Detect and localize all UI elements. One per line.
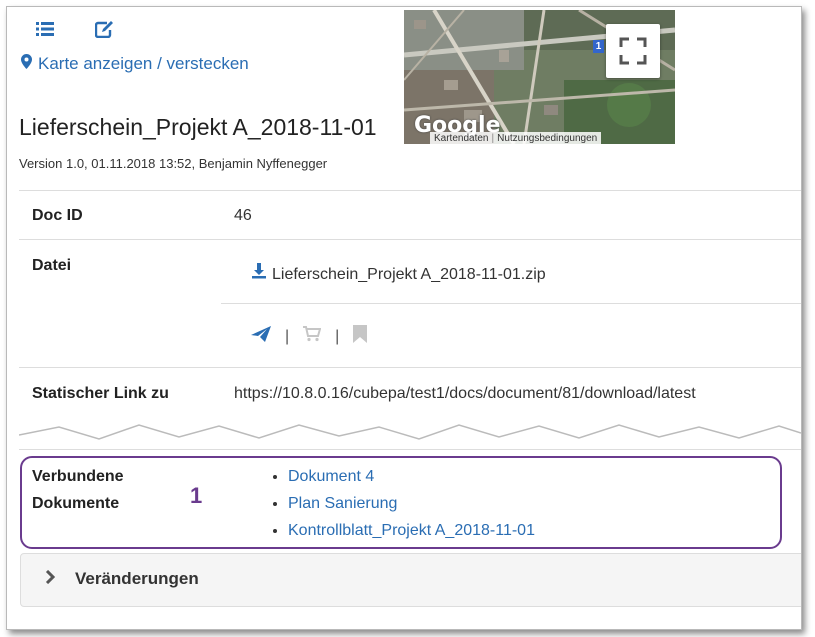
separator: | bbox=[335, 327, 340, 345]
document-detail-panel: Karte anzeigen / verstecken 1 Google Kar… bbox=[6, 6, 802, 630]
version-info: Version 1.0, 01.11.2018 13:52, Benjamin … bbox=[19, 156, 328, 171]
file-download-link[interactable]: Lieferschein_Projekt A_2018-11-01.zip bbox=[251, 263, 546, 284]
divider bbox=[19, 190, 801, 191]
edit-icon[interactable] bbox=[94, 21, 114, 43]
related-documents-label: Verbundene Dokumente bbox=[32, 468, 124, 512]
send-icon[interactable] bbox=[251, 326, 271, 347]
changes-label: Veränderungen bbox=[75, 569, 199, 588]
list-icon[interactable] bbox=[36, 21, 54, 42]
related-document-link[interactable]: Kontrollblatt_Projekt A_2018-11-01 bbox=[288, 522, 535, 539]
divider bbox=[221, 303, 801, 304]
list-item: Dokument 4 bbox=[288, 463, 535, 490]
cart-icon[interactable] bbox=[303, 326, 322, 347]
fullscreen-icon bbox=[619, 37, 647, 65]
static-link-url[interactable]: https://10.8.0.16/cubepa/test1/docs/docu… bbox=[234, 385, 696, 403]
related-documents-list: Dokument 4 Plan Sanierung Kontrollblatt_… bbox=[270, 463, 535, 544]
related-document-link[interactable]: Dokument 4 bbox=[288, 468, 374, 485]
map-data-link[interactable]: Kartendaten bbox=[434, 133, 489, 144]
divider bbox=[19, 449, 801, 450]
chevron-right-icon bbox=[45, 568, 56, 589]
file-label: Datei bbox=[32, 257, 72, 274]
list-item: Plan Sanierung bbox=[288, 490, 535, 517]
file-actions: | | bbox=[251, 325, 368, 348]
callout-number: 1 bbox=[190, 483, 203, 508]
map-toggle-link[interactable]: Karte anzeigen / verstecken bbox=[21, 54, 249, 74]
fullscreen-button[interactable] bbox=[606, 24, 660, 78]
map-marker-badge: 1 bbox=[593, 40, 604, 53]
list-item: Kontrollblatt_Projekt A_2018-11-01 bbox=[288, 517, 535, 544]
map-view[interactable]: 1 Google Kartendaten | Nutzungsbedingungen bbox=[404, 10, 675, 144]
map-marker-icon bbox=[21, 54, 32, 73]
divider bbox=[19, 239, 801, 240]
map-toggle-label: Karte anzeigen / verstecken bbox=[38, 54, 249, 73]
torn-edge-divider bbox=[19, 424, 801, 440]
map-attribution: Kartendaten | Nutzungsbedingungen bbox=[430, 132, 602, 144]
page-title: Lieferschein_Projekt A_2018-11-01 bbox=[19, 114, 377, 140]
file-name: Lieferschein_Projekt A_2018-11-01.zip bbox=[272, 266, 546, 283]
divider bbox=[19, 367, 801, 368]
doc-id-value: 46 bbox=[234, 207, 252, 224]
doc-id-label: Doc ID bbox=[32, 207, 83, 224]
related-documents-section: Verbundene Dokumente 1 Dokument 4 Plan S… bbox=[20, 456, 782, 549]
related-document-link[interactable]: Plan Sanierung bbox=[288, 495, 397, 512]
separator: | bbox=[285, 327, 290, 345]
download-icon bbox=[251, 263, 267, 283]
terms-of-use-link[interactable]: Nutzungsbedingungen bbox=[497, 133, 597, 144]
changes-accordion-header[interactable]: Veränderungen bbox=[20, 553, 801, 607]
bookmark-icon[interactable] bbox=[353, 325, 368, 348]
static-link-label: Statischer Link zu bbox=[32, 385, 169, 402]
